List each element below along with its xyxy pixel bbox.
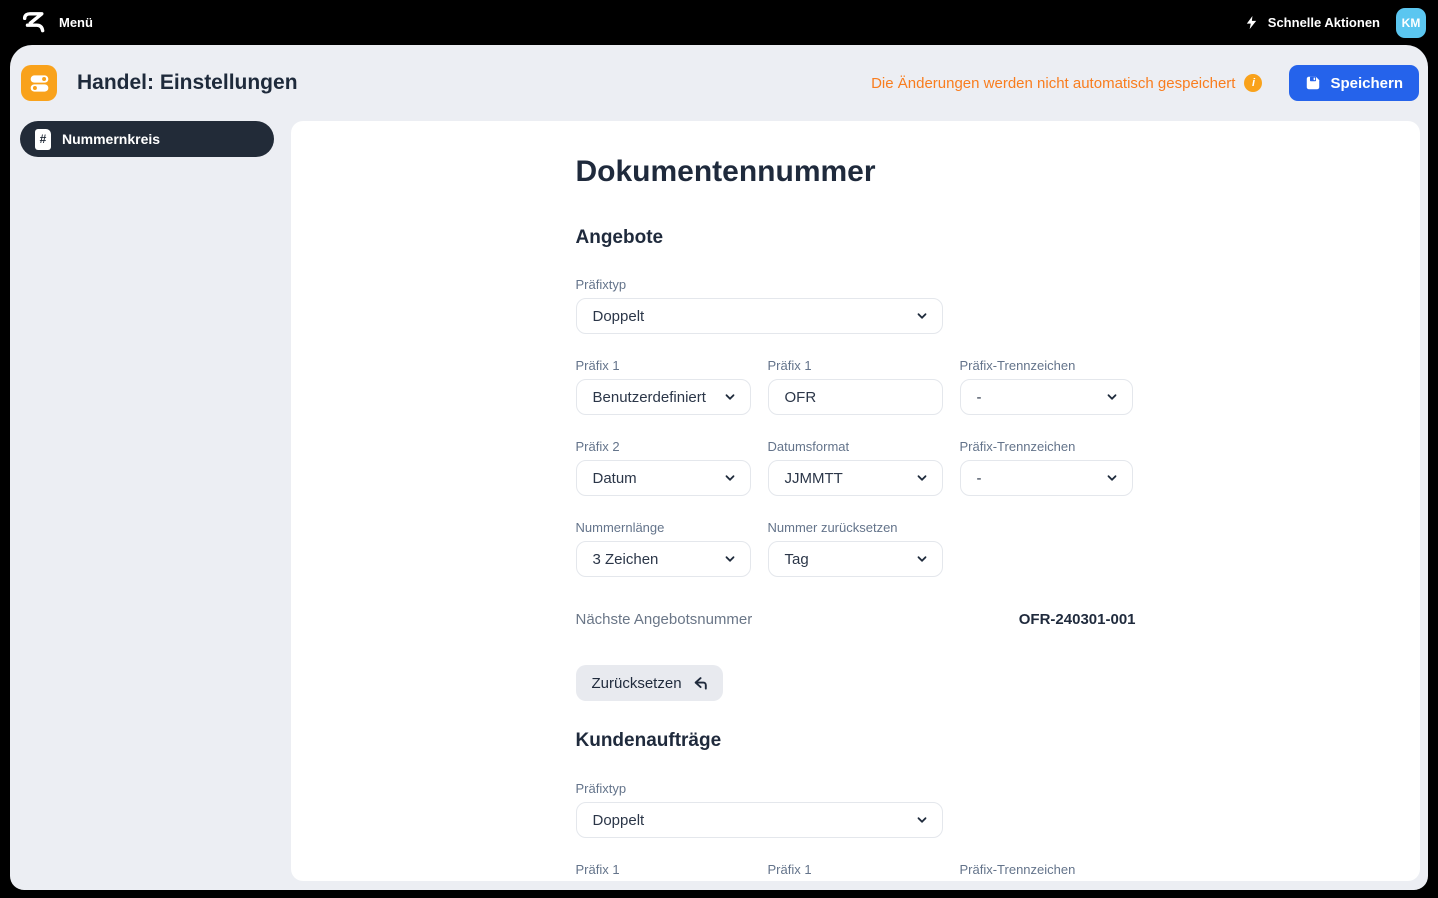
brand-r-icon	[20, 9, 47, 36]
chevron-down-icon	[915, 471, 929, 485]
menu-button[interactable]: Menü	[59, 15, 93, 30]
selected-value: 3 Zeichen	[593, 551, 659, 568]
chevron-down-icon	[1105, 390, 1119, 404]
field-label: Präfix-Trennzeichen	[960, 441, 1133, 453]
quick-actions-button[interactable]: Schnelle Aktionen	[1244, 13, 1380, 32]
field-label: Präfixtyp	[576, 783, 943, 795]
section-title-angebote: Angebote	[576, 228, 1136, 248]
praefixtyp-select[interactable]: Doppelt	[576, 298, 943, 334]
angebote-row-praefix2: Präfix 2 Datum Datumsformat JJMMTT	[576, 441, 1136, 496]
topbar: Menü Schnelle Aktionen KM	[0, 0, 1438, 45]
field-trennzeichen-2: Präfix-Trennzeichen -	[960, 441, 1133, 496]
sidebar-item-label: Nummernkreis	[62, 131, 160, 147]
field-kunden-praefix1-type: Präfix 1	[576, 864, 751, 881]
next-number-row: Nächste Angebotsnummer OFR-240301-001	[576, 612, 1136, 628]
field-trennzeichen-1: Präfix-Trennzeichen -	[960, 360, 1133, 415]
selected-value: Benutzerdefiniert	[593, 389, 706, 406]
reset-button[interactable]: Zurücksetzen	[576, 665, 723, 701]
angebote-row-praefix1: Präfix 1 Benutzerdefiniert Präfix 1	[576, 360, 1136, 415]
settings-panel: Handel: Einstellungen Die Änderungen wer…	[10, 45, 1428, 890]
chevron-down-icon	[723, 471, 737, 485]
settings-toggles-icon	[21, 65, 57, 101]
document-number-title: Dokumentennummer	[576, 155, 1136, 189]
reset-button-label: Zurücksetzen	[592, 675, 682, 692]
field-label: Präfixtyp	[576, 279, 943, 291]
angebote-row-praefixtyp: Präfixtyp Doppelt	[576, 279, 1136, 334]
next-number-value: OFR-240301-001	[1019, 612, 1136, 628]
field-kunden-praefix1-value: Präfix 1	[768, 864, 943, 881]
nummernlaenge-select[interactable]: 3 Zeichen	[576, 541, 751, 577]
quick-actions-label: Schnelle Aktionen	[1268, 15, 1380, 30]
field-datumsformat: Datumsformat JJMMTT	[768, 441, 943, 496]
kunden-praefixtyp-select[interactable]: Doppelt	[576, 802, 943, 838]
chevron-down-icon	[723, 390, 737, 404]
field-label: Datumsformat	[768, 441, 943, 453]
app-logo[interactable]	[20, 9, 47, 36]
chevron-down-icon	[915, 552, 929, 566]
user-avatar[interactable]: KM	[1396, 8, 1426, 38]
field-label: Präfix 1	[768, 864, 943, 876]
angebote-row-nummer: Nummernlänge 3 Zeichen Nummer zurücksetz…	[576, 522, 1136, 577]
praefix1-type-select[interactable]: Benutzerdefiniert	[576, 379, 751, 415]
field-nummernlaenge: Nummernlänge 3 Zeichen	[576, 522, 751, 577]
save-button-label: Speichern	[1330, 75, 1403, 92]
save-button[interactable]: Speichern	[1289, 65, 1419, 101]
field-label: Präfix-Trennzeichen	[960, 360, 1133, 372]
field-label: Präfix 1	[576, 360, 751, 372]
next-number-label: Nächste Angebotsnummer	[576, 612, 753, 628]
trennzeichen2-select[interactable]: -	[960, 460, 1133, 496]
selected-value: Doppelt	[593, 308, 645, 325]
kunden-row-praefixtyp: Präfixtyp Doppelt	[576, 783, 1136, 838]
field-kunden-trennzeichen-1: Präfix-Trennzeichen	[960, 864, 1133, 881]
field-praefix1-type: Präfix 1 Benutzerdefiniert	[576, 360, 751, 415]
info-icon[interactable]: i	[1244, 74, 1262, 92]
field-label: Präfix 1	[576, 864, 751, 876]
chevron-down-icon	[915, 813, 929, 827]
praefix1-input[interactable]	[785, 389, 929, 406]
field-praefixtyp: Präfixtyp Doppelt	[576, 279, 943, 334]
field-label: Präfix-Trennzeichen	[960, 864, 1133, 876]
selected-value: -	[977, 470, 982, 487]
field-label: Präfix 2	[576, 441, 751, 453]
hash-document-icon: #	[35, 129, 51, 150]
field-praefix2-type: Präfix 2 Datum	[576, 441, 751, 496]
datumsformat-select[interactable]: JJMMTT	[768, 460, 943, 496]
content-column: Dokumentennummer Angebote Präfixtyp Dopp…	[576, 121, 1136, 881]
chevron-down-icon	[723, 552, 737, 566]
selected-value: Doppelt	[593, 812, 645, 829]
selected-value: JJMMTT	[785, 470, 843, 487]
floppy-disk-icon	[1305, 75, 1321, 91]
content-card: Dokumentennummer Angebote Präfixtyp Dopp…	[291, 121, 1420, 881]
sidebar-item-nummernkreis[interactable]: # Nummernkreis	[20, 121, 274, 157]
selected-value: Datum	[593, 470, 637, 487]
page-title: Handel: Einstellungen	[77, 71, 298, 95]
nummer-zuruecksetzen-select[interactable]: Tag	[768, 541, 943, 577]
field-praefix1-value: Präfix 1	[768, 360, 943, 415]
praefix2-type-select[interactable]: Datum	[576, 460, 751, 496]
field-label: Nummernlänge	[576, 522, 751, 534]
section-title-kundenauftraege: Kundenaufträge	[576, 731, 1136, 751]
kunden-row-praefix1: Präfix 1 Präfix 1 Präfix-Trennzeichen	[576, 864, 1136, 881]
lightning-icon	[1244, 13, 1259, 32]
topbar-right: Schnelle Aktionen KM	[1244, 8, 1426, 38]
chevron-down-icon	[1105, 471, 1119, 485]
praefix1-input-wrap	[768, 379, 943, 415]
autosave-warning: Die Änderungen werden nicht automatisch …	[871, 75, 1235, 92]
trennzeichen1-select[interactable]: -	[960, 379, 1133, 415]
undo-arrow-icon	[692, 675, 709, 692]
field-label: Nummer zurücksetzen	[768, 522, 943, 534]
selected-value: -	[977, 389, 982, 406]
chevron-down-icon	[915, 309, 929, 323]
field-nummer-zuruecksetzen: Nummer zurücksetzen Tag	[768, 522, 943, 577]
sidebar: # Nummernkreis	[10, 121, 274, 890]
selected-value: Tag	[785, 551, 809, 568]
field-praefixtyp-kunden: Präfixtyp Doppelt	[576, 783, 943, 838]
field-label: Präfix 1	[768, 360, 943, 372]
panel-header: Handel: Einstellungen Die Änderungen wer…	[21, 65, 1419, 101]
panel-body: # Nummernkreis Dokumentennummer Angebote…	[10, 121, 1428, 890]
